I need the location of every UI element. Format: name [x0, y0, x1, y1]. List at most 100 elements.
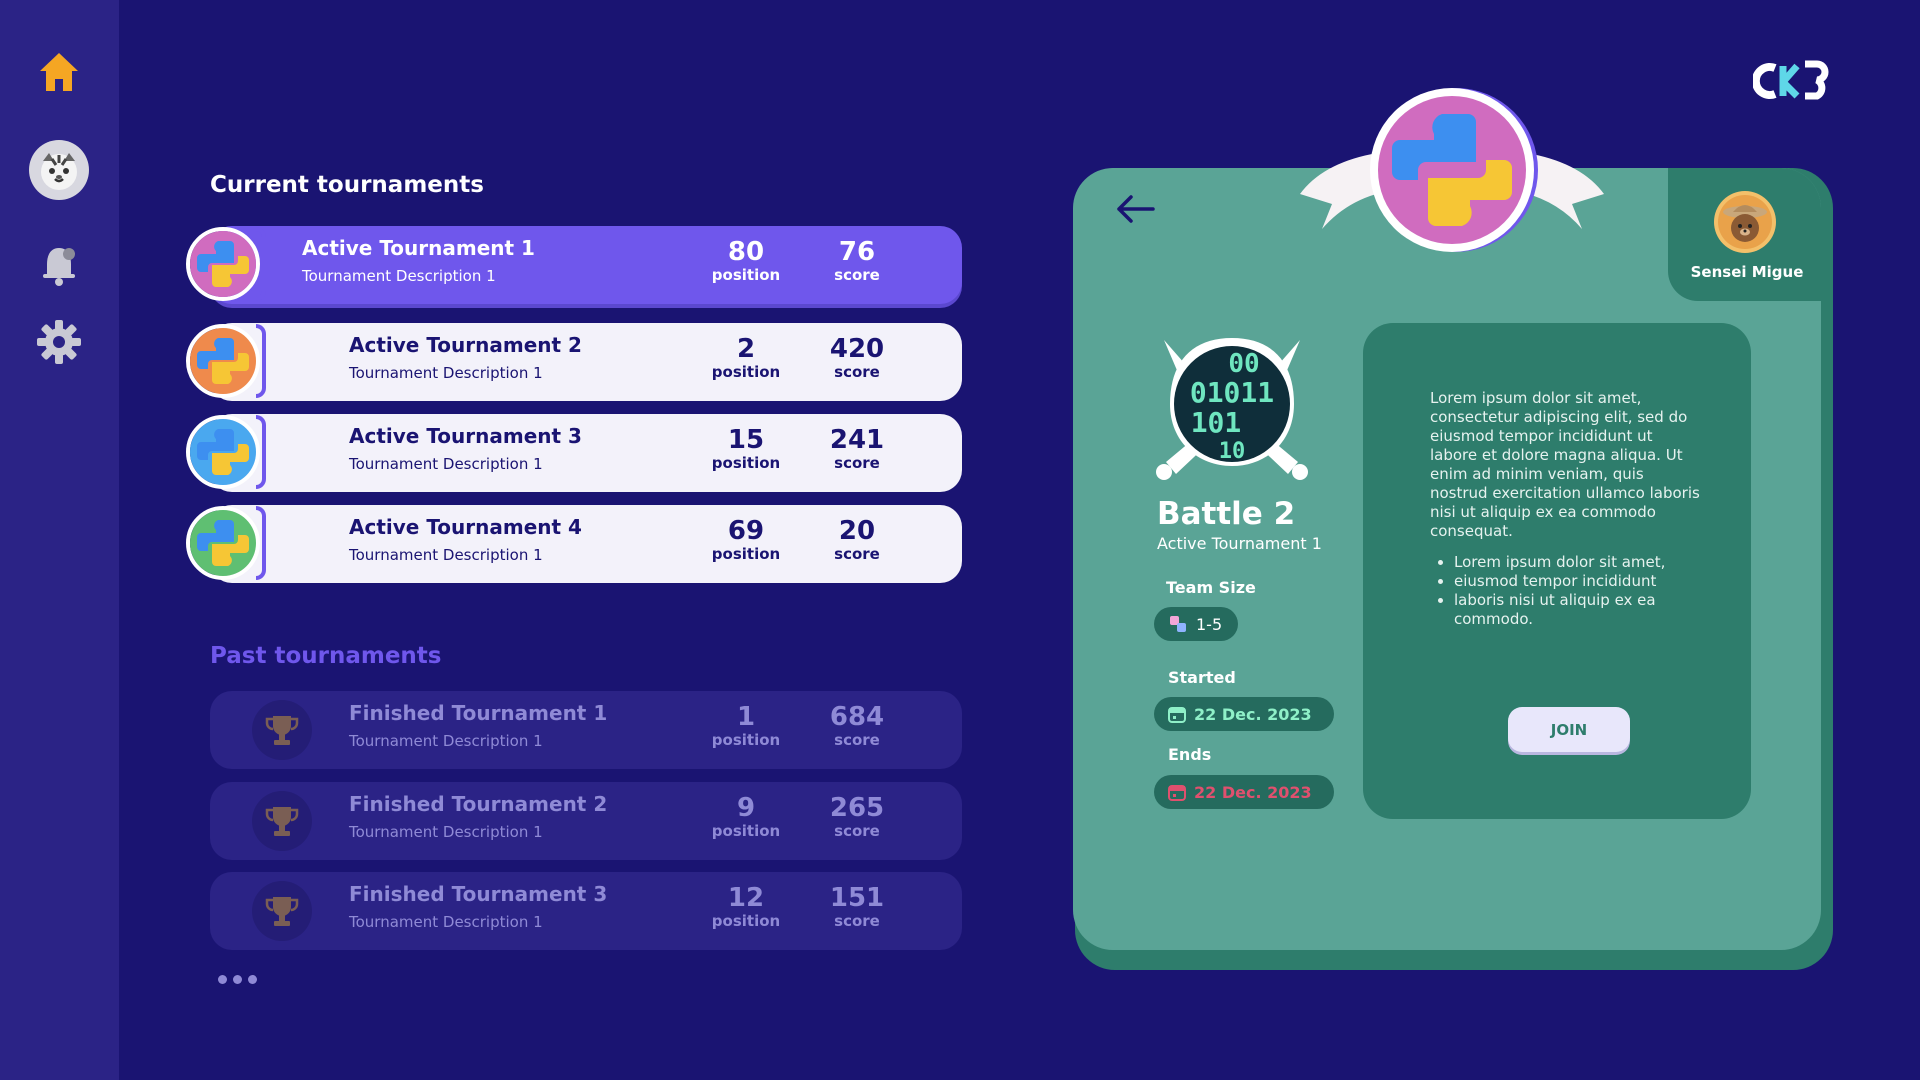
trophy-badge [252, 700, 312, 760]
settings-button[interactable] [27, 310, 91, 374]
started-label: Started [1168, 668, 1236, 687]
calendar-icon [1168, 785, 1186, 801]
tournament-description: Tournament Description 1 [302, 267, 496, 285]
bell-icon [43, 248, 75, 286]
tournament-name: Finished Tournament 1 [349, 701, 608, 725]
score-stat: 20 score [812, 517, 902, 563]
score-stat: 265 score [812, 794, 902, 840]
score-stat: 420 score [812, 335, 902, 381]
description-text: Lorem ipsum dolor sit amet, consectetur … [1430, 389, 1700, 540]
position-label: position [711, 363, 781, 381]
position-value: 9 [736, 793, 756, 823]
position-stat: 12 position [701, 884, 791, 930]
position-stat: 69 position [701, 517, 791, 563]
ends-date: 22 Dec. 2023 [1194, 782, 1312, 802]
python-icon [190, 510, 256, 576]
tournament-row[interactable]: Active Tournament 2 Tournament Descriptio… [186, 323, 962, 401]
brand-logo [1753, 60, 1829, 100]
tournament-description: Tournament Description 1 [349, 364, 543, 382]
python-icon [190, 328, 256, 394]
tournament-badge [186, 324, 266, 398]
home-button[interactable] [27, 40, 91, 104]
position-value: 15 [727, 425, 765, 455]
badge-digits-2: 01011 [1190, 376, 1274, 409]
python-emblem-icon [1300, 88, 1604, 252]
position-stat: 2 position [701, 335, 791, 381]
position-label: position [711, 266, 781, 284]
score-stat: 76 score [812, 238, 902, 284]
sidebar [0, 0, 119, 1080]
badge-digits-4: 10 [1219, 439, 1246, 464]
position-value: 2 [736, 334, 756, 364]
tournament-description: Tournament Description 1 [349, 546, 543, 564]
tournament-badge [186, 506, 266, 580]
score-label: score [834, 912, 880, 930]
tournament-row[interactable]: Active Tournament 1 Tournament Descriptio… [186, 226, 962, 304]
score-stat: 241 score [812, 426, 902, 472]
tournament-name: Active Tournament 4 [349, 515, 582, 539]
trophy-badge [252, 791, 312, 851]
past-tournament-row[interactable]: Finished Tournament 3 Tournament Descript… [210, 872, 962, 950]
tournament-badge [186, 227, 266, 301]
badge-digits-1: 00 [1228, 349, 1259, 379]
position-value: 80 [727, 237, 765, 267]
past-tournaments-title: Past tournaments [210, 643, 442, 669]
position-label: position [711, 545, 781, 563]
position-value: 12 [727, 883, 765, 913]
avatar-tiger-icon [29, 140, 89, 200]
ends-label: Ends [1168, 745, 1212, 764]
position-label: position [711, 454, 781, 472]
score-stat: 684 score [812, 703, 902, 749]
past-tournament-row[interactable]: Finished Tournament 1 Tournament Descript… [210, 691, 962, 769]
score-value: 151 [829, 883, 885, 913]
score-label: score [834, 731, 880, 749]
tournament-name: Finished Tournament 3 [349, 882, 608, 906]
tournament-description: Tournament Description 1 [349, 732, 543, 750]
tournament-row[interactable]: Active Tournament 3 Tournament Descriptio… [186, 414, 962, 492]
score-value: 684 [829, 702, 885, 732]
score-value: 241 [829, 425, 885, 455]
tournament-badge [186, 415, 266, 489]
score-label: score [834, 545, 880, 563]
join-button[interactable]: JOIN [1508, 707, 1630, 752]
score-label: score [834, 454, 880, 472]
team-size-value: 1-5 [1196, 614, 1223, 634]
ends-date-pill: 22 Dec. 2023 [1154, 775, 1334, 809]
position-stat: 9 position [701, 794, 791, 840]
past-tournament-row[interactable]: Finished Tournament 2 Tournament Descript… [210, 782, 962, 860]
position-value: 69 [727, 516, 765, 546]
position-value: 1 [736, 702, 756, 732]
score-value: 76 [838, 237, 876, 267]
description-box: Lorem ipsum dolor sit amet, consectetur … [1363, 323, 1751, 819]
trophy-icon [265, 807, 299, 836]
description-bullets: Lorem ipsum dolor sit amet, eiusmod temp… [1430, 553, 1700, 629]
bullet-item: Lorem ipsum dolor sit amet, [1454, 553, 1700, 572]
started-date-pill: 22 Dec. 2023 [1154, 697, 1334, 731]
team-size-label: Team Size [1166, 578, 1256, 597]
started-date: 22 Dec. 2023 [1194, 704, 1312, 724]
battle-subtitle: Active Tournament 1 [1157, 534, 1322, 553]
trophy-icon [265, 897, 299, 926]
position-stat: 80 position [701, 238, 791, 284]
score-label: score [834, 266, 880, 284]
tournament-description: Tournament Description 1 [349, 913, 543, 931]
tournament-name: Finished Tournament 2 [349, 792, 608, 816]
team-icon [1170, 616, 1186, 632]
position-stat: 15 position [701, 426, 791, 472]
tournament-name: Active Tournament 2 [349, 333, 582, 357]
back-arrow-icon[interactable] [1113, 193, 1157, 225]
score-value: 420 [829, 334, 885, 364]
python-icon [190, 231, 256, 297]
score-value: 20 [838, 516, 876, 546]
tournament-row[interactable]: Active Tournament 4 Tournament Descriptio… [186, 505, 962, 583]
profile-avatar-button[interactable] [27, 138, 91, 202]
position-stat: 1 position [701, 703, 791, 749]
badge-digits-3: 101 [1191, 406, 1242, 439]
position-label: position [711, 731, 781, 749]
team-size-pill: 1-5 [1154, 607, 1238, 641]
score-stat: 151 score [812, 884, 902, 930]
more-options-button[interactable] [218, 975, 257, 984]
notifications-button[interactable] [27, 233, 91, 297]
calendar-icon [1168, 707, 1186, 723]
gear-icon [37, 320, 81, 364]
